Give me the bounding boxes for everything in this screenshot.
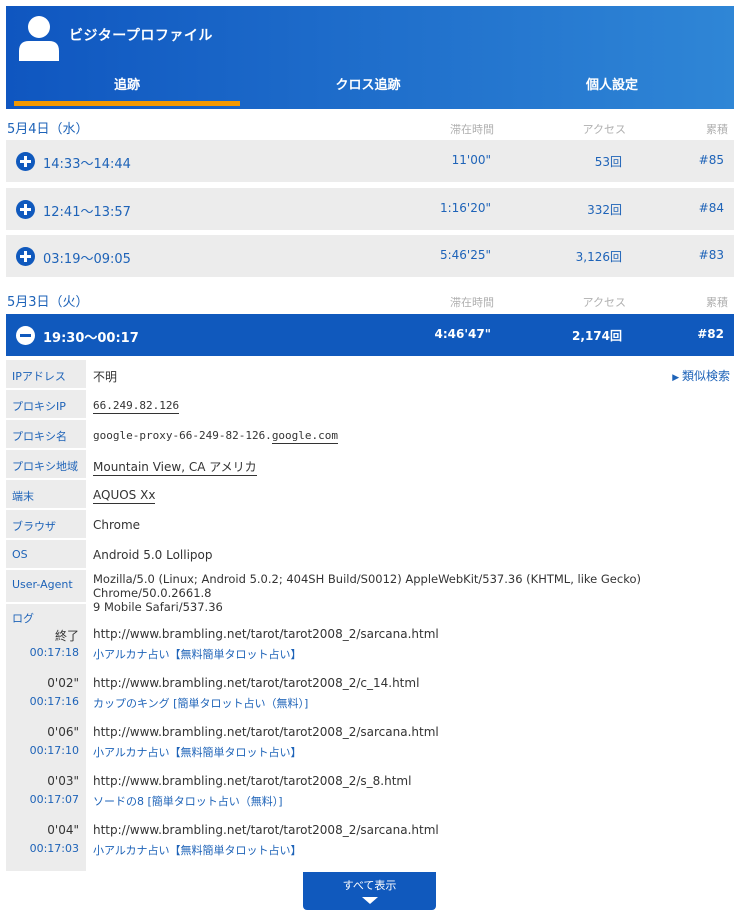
log-title-link[interactable]: カップのキング [簡単タロット占い（無料）]	[93, 695, 308, 711]
session-stay: 4:46'47"	[434, 327, 491, 341]
os-label: OS	[6, 540, 86, 568]
detail-row-device: 端末 AQUOS Xx	[6, 480, 734, 508]
expand-icon[interactable]	[16, 247, 35, 266]
session-access: 332回	[587, 203, 622, 217]
log-entry: 0'06" 00:17:10 http://www.brambling.net/…	[6, 725, 734, 769]
detail-row-proxy-name: プロキシ名 google-proxy-66-249-82-126.google.…	[6, 420, 734, 448]
log-entry: 0'04" 00:17:03 http://www.brambling.net/…	[6, 823, 734, 867]
tab-tracking[interactable]: 追跡	[14, 74, 240, 109]
session-row[interactable]: 03:19～09:05 5:46'25" 3,126回 #83	[6, 235, 734, 277]
col-header-access: アクセス	[582, 123, 626, 136]
log-clock: 00:17:10	[29, 744, 79, 757]
session-total: #83	[698, 248, 724, 262]
device-label: 端末	[6, 480, 86, 508]
session-time: 14:33～14:44	[43, 157, 131, 172]
col-header-stay: 滞在時間	[450, 123, 494, 136]
user-agent-line: Mozilla/5.0 (Linux; Android 5.0.2; 404SH…	[93, 572, 641, 600]
detail-row-proxy-ip: プロキシIP 66.249.82.126	[6, 390, 734, 418]
session-access: 53回	[594, 155, 622, 169]
session-total: #82	[697, 327, 724, 341]
session-stay: 5:46'25"	[439, 248, 491, 262]
day-header: 5月3日（火） 滞在時間 アクセス 累積	[6, 284, 734, 316]
log-url: http://www.brambling.net/tarot/tarot2008…	[93, 774, 412, 788]
log-clock: 00:17:16	[29, 695, 79, 708]
app-header: ビジタープロファイル 追跡 クロス追跡 個人設定	[6, 6, 734, 109]
browser-value: Chrome	[93, 518, 141, 532]
proxy-name-label: プロキシ名	[6, 420, 86, 448]
log-title-link[interactable]: 小アルカナ占い【無料簡単タロット占い】	[93, 744, 302, 760]
session-total: #84	[698, 201, 724, 215]
expand-icon[interactable]	[16, 152, 35, 171]
chevron-down-icon	[361, 897, 378, 904]
ip-label: IPアドレス	[6, 360, 86, 388]
log-delta: 0'03"	[47, 774, 79, 788]
session-access: 2,174回	[572, 329, 622, 343]
detail-row-ip: IPアドレス 不明 類似検索	[6, 360, 734, 388]
detail-row-proxy-region: プロキシ地域 Mountain View, CA アメリカ	[6, 450, 734, 478]
log-title-link[interactable]: 小アルカナ占い【無料簡単タロット占い】	[93, 646, 302, 662]
log-label: ログ	[12, 612, 34, 625]
tab-personal-settings[interactable]: 個人設定	[499, 74, 725, 109]
col-header-total: 累積	[706, 123, 728, 136]
show-all-button[interactable]: すべて表示	[303, 872, 436, 910]
log-clock: 00:17:18	[29, 646, 79, 659]
session-row-expanded[interactable]: 19:30～00:17 4:46'47" 2,174回 #82	[6, 314, 734, 356]
log-delta: 終了	[54, 629, 79, 643]
detail-row-os: OS Android 5.0 Lollipop	[6, 540, 734, 568]
os-value: Android 5.0 Lollipop	[93, 548, 213, 562]
detail-row-user-agent: User-Agent Mozilla/5.0 (Linux; Android 5…	[6, 570, 734, 614]
user-agent-line: 9 Mobile Safari/537.36	[93, 600, 223, 614]
app-title: ビジタープロファイル	[69, 28, 213, 44]
collapse-icon[interactable]	[16, 326, 35, 345]
proxy-ip-label: プロキシIP	[6, 390, 86, 418]
expand-icon[interactable]	[16, 200, 35, 219]
browser-label: ブラウザ	[6, 510, 86, 538]
session-total: #85	[698, 153, 724, 167]
log-delta: 0'02"	[47, 676, 79, 690]
proxy-region-link[interactable]: Mountain View, CA アメリカ	[93, 460, 257, 476]
session-time: 03:19～09:05	[43, 252, 131, 267]
log-title-link[interactable]: 小アルカナ占い【無料簡単タロット占い】	[93, 842, 302, 858]
detail-row-browser: ブラウザ Chrome	[6, 510, 734, 538]
log-url: http://www.brambling.net/tarot/tarot2008…	[93, 676, 420, 690]
log-url: http://www.brambling.net/tarot/tarot2008…	[93, 823, 439, 837]
proxy-region-label: プロキシ地域	[6, 450, 86, 478]
col-header-access: アクセス	[582, 296, 626, 309]
tab-bar: 追跡 クロス追跡 個人設定	[6, 74, 734, 109]
device-link[interactable]: AQUOS Xx	[93, 488, 156, 504]
session-row[interactable]: 14:33～14:44 11'00" 53回 #85	[6, 140, 734, 182]
proxy-ip-link[interactable]: 66.249.82.126	[93, 399, 180, 414]
log-delta: 0'04"	[47, 823, 79, 837]
log-delta: 0'06"	[47, 725, 79, 739]
log-clock: 00:17:03	[29, 842, 79, 855]
user-avatar-icon	[19, 16, 59, 61]
session-row[interactable]: 12:41～13:57 1:16'20" 332回 #84	[6, 188, 734, 230]
ip-value: 不明	[93, 370, 118, 384]
log-entry: 0'02" 00:17:16 http://www.brambling.net/…	[6, 676, 734, 720]
tab-cross-tracking[interactable]: クロス追跡	[255, 74, 481, 109]
session-time: 19:30～00:17	[43, 331, 139, 346]
day-header: 5月4日（水） 滞在時間 アクセス 累積	[6, 111, 734, 143]
session-stay: 1:16'20"	[439, 201, 491, 215]
log-url: http://www.brambling.net/tarot/tarot2008…	[93, 627, 439, 641]
user-agent-label: User-Agent	[6, 570, 86, 602]
log-clock: 00:17:07	[29, 793, 79, 806]
log-title-link[interactable]: ソードの8 [簡単タロット占い（無料）]	[93, 793, 283, 809]
day-date: 5月3日（火）	[7, 295, 89, 310]
day-date: 5月4日（水）	[7, 122, 89, 137]
log-url: http://www.brambling.net/tarot/tarot2008…	[93, 725, 439, 739]
session-stay: 11'00"	[451, 153, 491, 167]
similar-search-link[interactable]: 類似検索	[672, 367, 730, 384]
col-header-stay: 滞在時間	[450, 296, 494, 309]
log-entry: 終了 00:17:18 http://www.brambling.net/tar…	[6, 627, 734, 671]
log-entry: 0'03" 00:17:07 http://www.brambling.net/…	[6, 774, 734, 818]
col-header-total: 累積	[706, 296, 728, 309]
session-access: 3,126回	[575, 250, 622, 264]
session-detail: IPアドレス 不明 類似検索 プロキシIP 66.249.82.126 プロキシ…	[6, 357, 734, 871]
proxy-domain-link[interactable]: google.com	[271, 429, 339, 444]
proxy-name-value: google-proxy-66-249-82-126.	[93, 429, 272, 442]
show-all-label: すべて表示	[342, 879, 397, 892]
session-time: 12:41～13:57	[43, 205, 131, 220]
